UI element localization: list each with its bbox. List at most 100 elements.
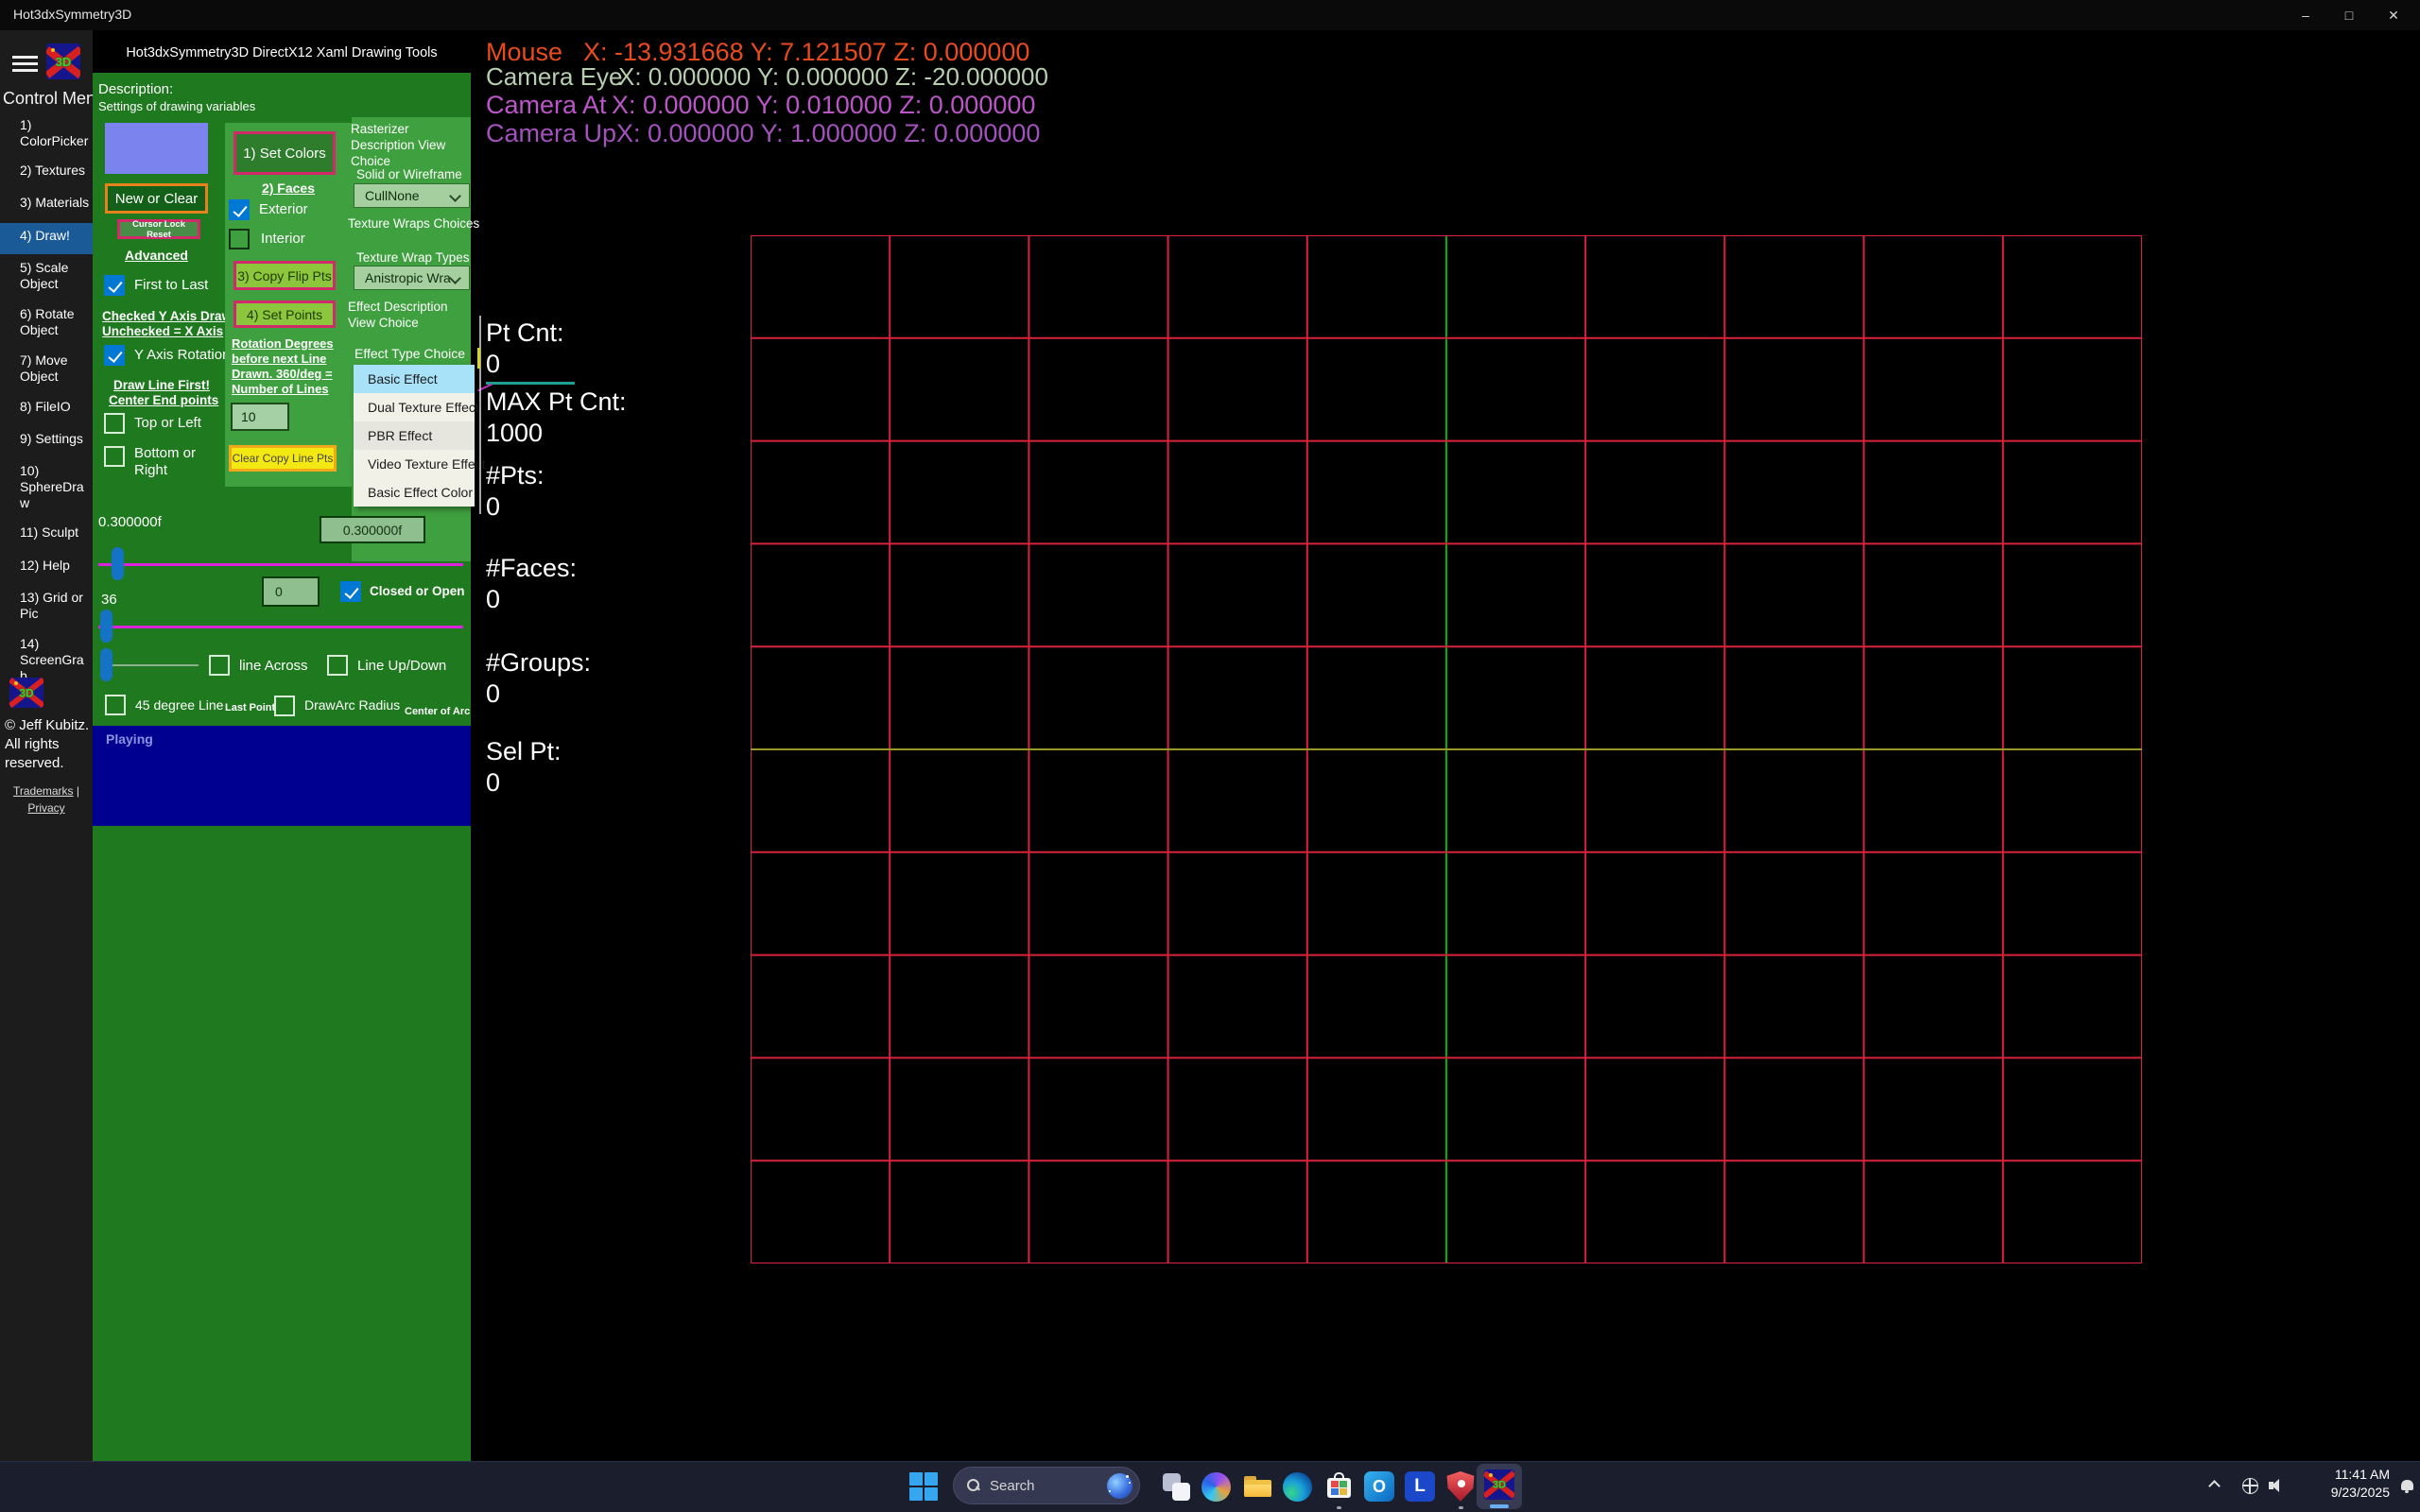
effect-type-label: Effect Type Choice (354, 346, 465, 361)
top-or-left-label: Top or Left (134, 415, 201, 431)
sidebar-item-draw[interactable]: 4) Draw! (20, 228, 90, 244)
float-slider-thumb[interactable] (112, 547, 124, 580)
float-value-box[interactable]: 0.300000f (320, 516, 425, 543)
search-highlight-icon (1107, 1473, 1132, 1499)
privacy-link[interactable]: Privacy (27, 801, 64, 815)
hot3dx-taskbar-icon[interactable]: 3D (1484, 1469, 1514, 1500)
search-input[interactable] (990, 1478, 1075, 1494)
first-to-last-label: First to Last (134, 277, 208, 293)
exterior-checkbox[interactable] (229, 199, 250, 220)
center-of-arc-label: Center of Arc (405, 706, 470, 717)
effect-option-video-texture[interactable]: Video Texture Effect (354, 450, 475, 478)
first-to-last-checkbox[interactable] (104, 275, 125, 296)
active-app-indicator (1490, 1504, 1509, 1508)
sidebar-item-fileio[interactable]: 8) FileIO (20, 399, 90, 415)
float-slider-track[interactable] (98, 563, 463, 566)
playing-status: Playing (106, 731, 153, 747)
start-button[interactable] (908, 1470, 940, 1503)
window-titlebar: Hot3dxSymmetry3D – □ ✕ (0, 0, 2420, 30)
new-or-clear-button[interactable]: New or Clear (105, 183, 208, 214)
tray-time: 11:41 AM (2295, 1466, 2390, 1484)
color-swatch[interactable] (105, 123, 208, 174)
clock[interactable]: 11:41 AM 9/23/2025 (2295, 1466, 2390, 1502)
sidebar-item-colorpicker[interactable]: 1) ColorPicker (20, 117, 90, 149)
copyright-text: © Jeff Kubitz. All rights reserved. (5, 716, 90, 773)
sidebar-item-rotate[interactable]: 6) Rotate Object (20, 306, 90, 338)
effect-option-pbr[interactable]: PBR Effect (354, 421, 475, 450)
int-value-box[interactable]: 0 (262, 576, 320, 607)
taskbar-search[interactable] (953, 1467, 1140, 1504)
rasterizer-label: Rasterizer Description View Choice (351, 121, 469, 169)
y-axis-rotation-checkbox[interactable] (104, 345, 125, 366)
sidebar-item-scale[interactable]: 5) Scale Object (20, 260, 90, 292)
texture-wrap-select[interactable]: Anistropic Wra (354, 266, 470, 290)
outlook-icon[interactable]: O (1364, 1471, 1394, 1502)
effect-description-label: Effect Description View Choice (348, 299, 467, 331)
close-button[interactable]: ✕ (2372, 0, 2415, 30)
header-logo-icon: 3D (46, 43, 80, 79)
int-slider-thumb[interactable] (100, 610, 112, 643)
set-points-button[interactable]: 4) Set Points (233, 301, 336, 328)
interior-checkbox[interactable] (229, 229, 250, 249)
l-app-icon[interactable]: L (1405, 1471, 1435, 1502)
top-or-left-checkbox[interactable] (104, 413, 125, 434)
third-slider-thumb[interactable] (100, 648, 112, 681)
maximize-button[interactable]: □ (2327, 0, 2371, 30)
stat-sel-pt: Sel Pt:0 (486, 736, 562, 799)
window-title: Hot3dxSymmetry3D (13, 7, 131, 22)
lines-count-input[interactable]: 10 (231, 403, 289, 431)
hamburger-menu-icon[interactable] (12, 56, 38, 73)
sidebar-item-help[interactable]: 12) Help (20, 558, 90, 574)
notification-bell-icon[interactable] (2401, 1480, 2413, 1490)
minimize-button[interactable]: – (2284, 0, 2327, 30)
draw-line-note1: Draw Line First! (113, 378, 210, 392)
rotation-degrees-note: Rotation Degrees before next Line Drawn.… (232, 336, 345, 397)
faces-link[interactable]: 2) Faces (225, 180, 352, 196)
network-icon[interactable] (2242, 1478, 2258, 1494)
bottom-or-right-checkbox[interactable] (104, 446, 125, 467)
sidebar-item-gridorpic[interactable]: 13) Grid or Pic (20, 590, 90, 622)
trademarks-link[interactable]: Trademarks (13, 784, 74, 798)
exterior-label: Exterior (259, 201, 308, 217)
edge-browser-icon[interactable] (1283, 1472, 1312, 1502)
sidebar-item-textures[interactable]: 2) Textures (20, 163, 90, 179)
cursor-lock-reset-button[interactable]: Cursor Lock Reset (117, 219, 200, 239)
set-colors-button[interactable]: 1) Set Colors (233, 131, 336, 175)
closed-or-open-checkbox[interactable] (340, 581, 361, 602)
clear-copy-line-pts-button[interactable]: Clear Copy Line Pts (229, 445, 337, 472)
task-view-icon[interactable] (1161, 1471, 1193, 1503)
advanced-link[interactable]: Advanced (105, 248, 208, 263)
line-up-down-checkbox[interactable] (327, 655, 348, 676)
sidebar-item-spheredraw[interactable]: 10) SphereDraw (20, 463, 90, 511)
closed-or-open-label: Closed or Open (370, 584, 465, 598)
deg45-line-checkbox[interactable] (105, 695, 126, 715)
sidebar-item-move[interactable]: 7) Move Object (20, 352, 90, 385)
effect-option-basic[interactable]: Basic Effect (354, 365, 475, 393)
line-across-label: line Across (239, 658, 308, 674)
sidebar-item-settings[interactable]: 9) Settings (20, 431, 90, 447)
sidebar-item-sculpt[interactable]: 11) Sculpt (20, 524, 90, 541)
shield-running-indicator (1459, 1506, 1463, 1509)
draw-arc-radius-label: DrawArc Radius (304, 697, 400, 713)
axis-tick (477, 348, 480, 369)
third-slider-track[interactable] (100, 664, 199, 666)
line-up-down-label: Line Up/Down (357, 658, 446, 674)
stat-groups: #Groups:0 (486, 647, 591, 710)
texture-wraps-label: Texture Wraps Choices (348, 216, 479, 231)
copilot-icon[interactable] (1201, 1472, 1231, 1502)
drawing-grid[interactable] (751, 235, 2142, 1263)
line-across-checkbox[interactable] (209, 655, 230, 676)
link-separator: | (74, 784, 79, 798)
int-slider-track[interactable] (98, 626, 463, 628)
copy-flip-pts-button[interactable]: 3) Copy Flip Pts (233, 261, 336, 290)
effect-option-dual-texture[interactable]: Dual Texture Effect (354, 393, 475, 421)
cull-mode-select[interactable]: CullNone (354, 183, 470, 208)
stat-pt-cnt: Pt Cnt:0 (486, 318, 564, 380)
file-explorer-icon[interactable] (1242, 1470, 1274, 1503)
volume-icon[interactable] (2269, 1477, 2288, 1494)
microsoft-store-icon[interactable] (1323, 1470, 1356, 1503)
effect-type-listbox: Basic Effect Dual Texture Effect PBR Eff… (354, 365, 475, 507)
sidebar-item-materials[interactable]: 3) Materials (20, 195, 90, 211)
effect-option-basic-color[interactable]: Basic Effect Color (354, 478, 475, 507)
draw-arc-radius-checkbox[interactable] (274, 696, 295, 716)
